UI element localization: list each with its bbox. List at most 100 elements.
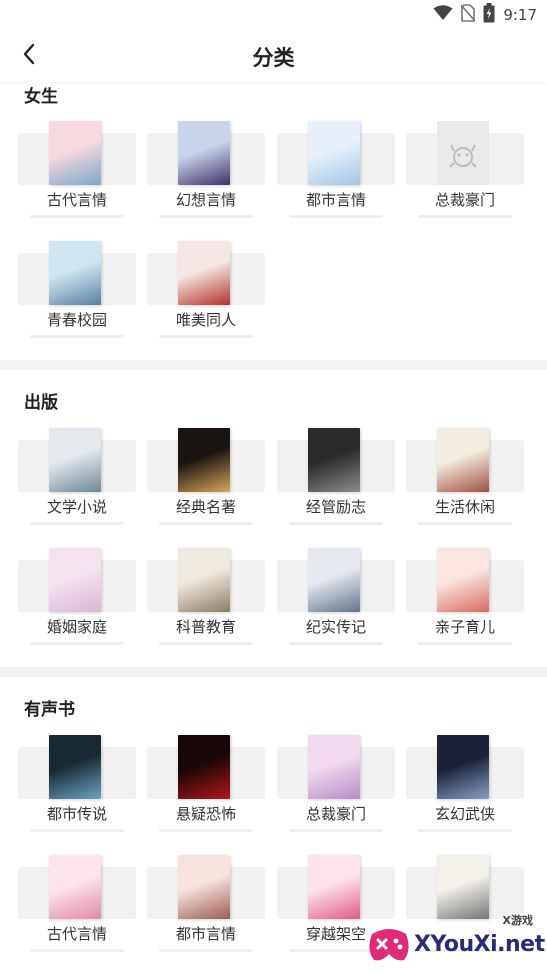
book-cover-image [308,121,360,185]
item-shadow [159,829,253,832]
book-cover-image [308,735,360,799]
book-cover-image [437,428,489,492]
category-label: 经典名著 [175,498,236,516]
item-shadow [418,829,512,832]
item-shadow [30,829,124,832]
category-item[interactable]: 纪实传记 [277,548,395,648]
book-cover-image [178,855,230,919]
section-title-publishing: 出版 [24,393,58,413]
category-label: 亲子育儿 [434,618,495,636]
item-shadow [30,335,124,338]
category-item[interactable]: 悬疑恐怖 [147,735,265,835]
category-item[interactable]: 文学小说 [18,428,136,528]
site-watermark: X游戏 XYouXi.net [366,912,545,968]
category-label: 玄幻武侠 [434,805,495,823]
book-cover-image [49,855,101,919]
category-label: 总裁豪门 [305,805,366,823]
category-item[interactable]: 总裁豪门 [277,735,395,835]
placeholder-logo-icon [449,144,477,168]
category-label: 经管励志 [305,498,366,516]
book-cover-image [49,548,101,612]
book-cover-image [49,121,101,185]
category-item[interactable]: 科普教育 [147,548,265,648]
item-shadow [30,215,124,218]
book-cover-image [178,548,230,612]
item-shadow [159,522,253,525]
category-label: 都市传说 [46,805,107,823]
book-cover-image [49,241,101,305]
page-title: 分类 [252,46,295,70]
item-shadow [159,642,253,645]
item-shadow [289,642,383,645]
watermark-tag: X游戏 [502,914,533,927]
battery-icon [483,3,495,27]
item-shadow [159,215,253,218]
section-title-audiobooks: 有声书 [24,700,75,720]
book-cover-image [437,855,489,919]
category-list[interactable]: 女生 古代言情 幻想言情 都市言情 总裁豪门 青春校园 唯美同人 出版 文学小说… [0,82,547,974]
item-shadow [289,522,383,525]
book-cover-image [437,735,489,799]
category-item[interactable]: 经典名著 [147,428,265,528]
category-label: 古代言情 [46,191,107,209]
category-item[interactable]: 青春校园 [18,241,136,341]
category-item[interactable]: 古代言情 [18,855,136,955]
book-cover-image [437,548,489,612]
item-shadow [289,215,383,218]
category-item[interactable]: 都市言情 [147,855,265,955]
category-item[interactable]: 都市传说 [18,735,136,835]
category-label: 古代言情 [46,925,107,943]
category-label: 生活休闲 [434,498,495,516]
category-label: 总裁豪门 [434,191,495,209]
item-shadow [418,215,512,218]
category-label: 文学小说 [46,498,107,516]
category-item[interactable]: 生活休闲 [406,428,524,528]
item-shadow [418,522,512,525]
item-shadow [418,642,512,645]
book-cover-image [178,735,230,799]
category-label: 青春校园 [46,311,107,329]
book-cover-image [178,428,230,492]
category-label: 都市言情 [305,191,366,209]
item-shadow [30,642,124,645]
category-item[interactable]: 玄幻武侠 [406,735,524,835]
section-divider [0,667,547,677]
item-shadow [30,949,124,952]
book-cover-image [308,428,360,492]
category-item[interactable]: 婚姻家庭 [18,548,136,648]
nav-bar: 分类 [0,30,547,82]
item-shadow [159,335,253,338]
section-title-female: 女生 [24,87,58,107]
wifi-icon [433,5,453,25]
book-cover-image [308,548,360,612]
book-cover-image [178,241,230,305]
item-shadow [289,829,383,832]
section-divider [0,360,547,370]
category-label: 婚姻家庭 [46,618,107,636]
category-item[interactable]: 总裁豪门 [406,121,524,221]
book-cover-image [49,735,101,799]
category-label: 纪实传记 [305,618,366,636]
book-cover-image [49,428,101,492]
item-shadow [30,522,124,525]
category-label: 都市言情 [175,925,236,943]
category-label: 幻想言情 [175,191,236,209]
category-label: 悬疑恐怖 [175,805,236,823]
category-item[interactable]: 唯美同人 [147,241,265,341]
category-label: 唯美同人 [175,311,236,329]
placeholder-cover-image [437,121,489,185]
category-item[interactable]: 都市言情 [277,121,395,221]
category-item[interactable]: 经管励志 [277,428,395,528]
item-shadow [159,949,253,952]
gamepad-logo-icon [369,929,409,961]
status-bar: 9:17 [0,0,547,30]
no-sim-icon [460,4,476,26]
category-item[interactable]: 古代言情 [18,121,136,221]
category-label: 科普教育 [175,618,236,636]
watermark-brand: XYouXi.net [414,932,545,957]
category-item[interactable]: 亲子育儿 [406,548,524,648]
status-time: 9:17 [503,6,537,24]
book-cover-image [308,855,360,919]
category-item[interactable]: 幻想言情 [147,121,265,221]
book-cover-image [178,121,230,185]
